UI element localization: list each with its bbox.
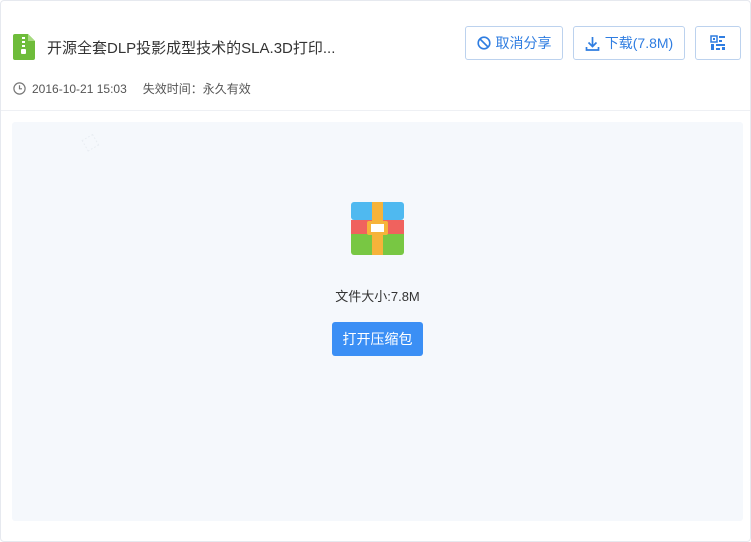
open-archive-label: 打开压缩包 xyxy=(342,331,413,347)
cancel-share-button[interactable]: 取消分享 xyxy=(465,26,563,60)
file-meta: 2016-10-21 15:03 失效时间：永久有效 xyxy=(13,80,251,97)
cancel-share-label: 取消分享 xyxy=(495,35,552,51)
expiry-text: 失效时间：永久有效 xyxy=(142,82,251,96)
share-date: 2016-10-21 15:03 xyxy=(32,81,127,96)
clock-icon xyxy=(13,82,26,95)
ban-icon xyxy=(476,36,491,50)
qr-code-icon xyxy=(710,35,725,50)
download-button[interactable]: 下载(7.8M) xyxy=(573,26,685,60)
qr-code-button[interactable] xyxy=(695,26,741,60)
zip-file-icon xyxy=(13,34,35,60)
share-header: 开源全套DLP投影成型技术的SLA.3D打印... 2016-10-21 15:… xyxy=(1,1,750,111)
share-page: 开源全套DLP投影成型技术的SLA.3D打印... 2016-10-21 15:… xyxy=(0,0,751,542)
open-archive-button[interactable]: 打开压缩包 xyxy=(332,322,423,356)
watermark: ⬚ xyxy=(78,129,103,155)
preview-area: ⬚ 文件大小:7.8M 打开压缩包 xyxy=(12,122,743,521)
file-size-text: 文件大小:7.8M xyxy=(335,289,420,304)
download-icon xyxy=(585,36,600,51)
archive-icon xyxy=(351,202,404,255)
download-label: 下载(7.8M) xyxy=(604,35,674,51)
file-title: 开源全套DLP投影成型技术的SLA.3D打印... xyxy=(47,40,336,57)
